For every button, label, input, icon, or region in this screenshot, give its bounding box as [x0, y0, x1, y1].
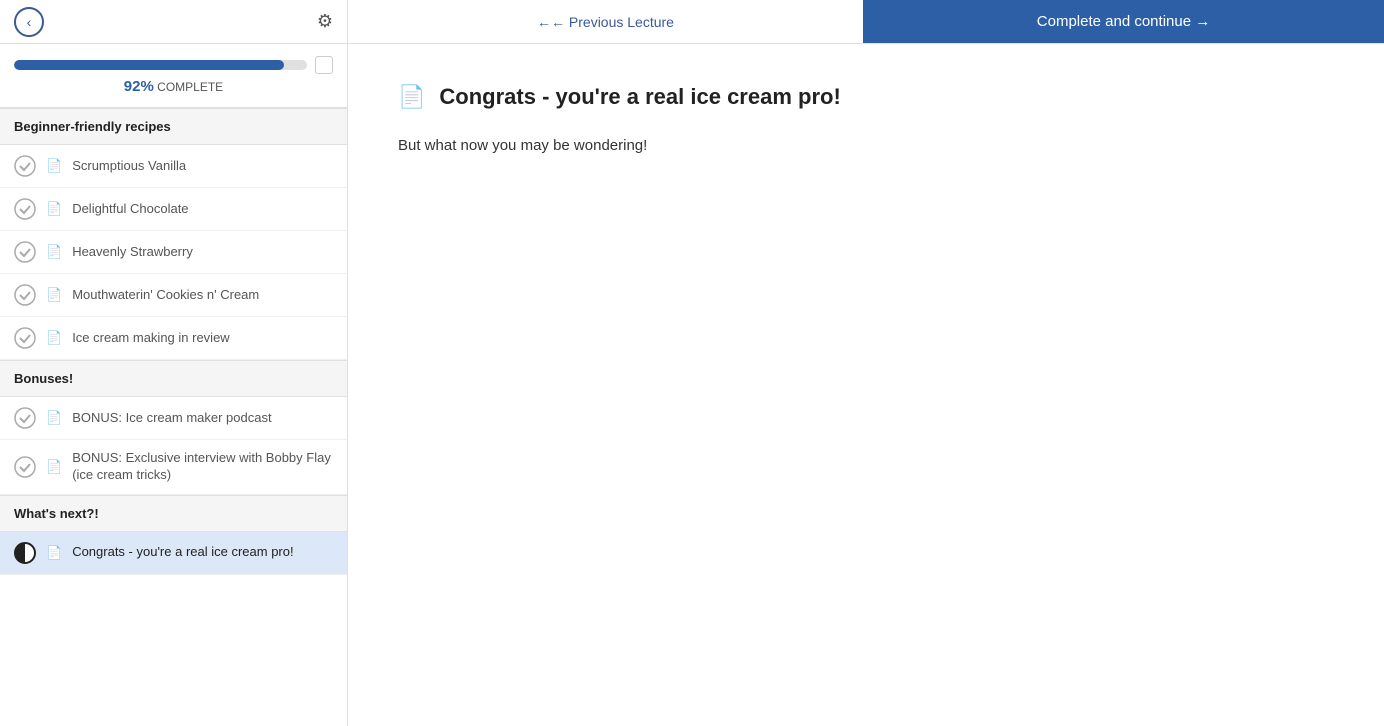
- lesson-item-interview[interactable]: 📄 BONUS: Exclusive interview with Bobby …: [0, 440, 347, 495]
- back-arrow-icon: ‹: [27, 14, 32, 30]
- progress-bar-background: [14, 60, 307, 70]
- settings-button[interactable]: ⚙: [317, 11, 333, 32]
- progress-label: 92% COMPLETE: [14, 78, 333, 95]
- progress-complete-text: COMPLETE: [157, 80, 223, 94]
- lesson-title-review: Ice cream making in review: [72, 330, 230, 347]
- main-area: 92% COMPLETE Beginner-friendly recipes 📄…: [0, 44, 1384, 726]
- back-button[interactable]: ‹: [14, 7, 44, 37]
- content-body: But what now you may be wondering!: [398, 134, 1334, 158]
- section-header-beginner: Beginner-friendly recipes: [0, 108, 347, 145]
- progress-bar-container: [14, 56, 333, 74]
- complete-continue-button[interactable]: Complete and continue →: [863, 0, 1384, 43]
- previous-arrow-icon: ←: [537, 14, 551, 30]
- check-icon-cookies: [14, 284, 36, 306]
- lesson-title-interview: BONUS: Exclusive interview with Bobby Fl…: [72, 450, 333, 484]
- lesson-title-strawberry: Heavenly Strawberry: [72, 244, 193, 261]
- lesson-item-vanilla[interactable]: 📄 Scrumptious Vanilla: [0, 145, 347, 188]
- half-circle-icon: [14, 542, 36, 564]
- previous-lecture-label: ← Previous Lecture: [551, 14, 674, 30]
- doc-icon-cookies: 📄: [46, 287, 62, 303]
- lesson-title-cookies: Mouthwaterin' Cookies n' Cream: [72, 287, 259, 304]
- doc-icon-interview: 📄: [46, 459, 62, 475]
- content-title: Congrats - you're a real ice cream pro!: [439, 84, 840, 110]
- lesson-title-vanilla: Scrumptious Vanilla: [72, 158, 186, 175]
- lesson-item-congrats[interactable]: 📄 Congrats - you're a real ice cream pro…: [0, 532, 347, 575]
- progress-toggle[interactable]: [315, 56, 333, 74]
- progress-section: 92% COMPLETE: [0, 44, 347, 108]
- lesson-title-congrats: Congrats - you're a real ice cream pro!: [72, 544, 293, 561]
- lesson-item-review[interactable]: 📄 Ice cream making in review: [0, 317, 347, 360]
- progress-bar-fill: [14, 60, 284, 70]
- check-icon-podcast: [14, 407, 36, 429]
- gear-icon: ⚙: [317, 11, 333, 31]
- lesson-item-strawberry[interactable]: 📄 Heavenly Strawberry: [0, 231, 347, 274]
- check-icon-review: [14, 327, 36, 349]
- doc-icon-review: 📄: [46, 330, 62, 346]
- check-icon-vanilla: [14, 155, 36, 177]
- content-area: 📄 Congrats - you're a real ice cream pro…: [348, 44, 1384, 726]
- section-header-bonuses: Bonuses!: [0, 360, 347, 397]
- content-doc-icon: 📄: [398, 84, 425, 110]
- doc-icon-congrats: 📄: [46, 545, 62, 561]
- lesson-item-cookies[interactable]: 📄 Mouthwaterin' Cookies n' Cream: [0, 274, 347, 317]
- doc-icon-vanilla: 📄: [46, 158, 62, 174]
- progress-percentage: 92%: [124, 78, 154, 95]
- lesson-item-podcast[interactable]: 📄 BONUS: Ice cream maker podcast: [0, 397, 347, 440]
- nav-left: ‹ ⚙: [0, 0, 348, 43]
- doc-icon-strawberry: 📄: [46, 244, 62, 260]
- check-icon-strawberry: [14, 241, 36, 263]
- lesson-item-chocolate[interactable]: 📄 Delightful Chocolate: [0, 188, 347, 231]
- section-header-whatsnext: What's next?!: [0, 495, 347, 532]
- top-nav: ‹ ⚙ ← ← Previous Lecture Complete and co…: [0, 0, 1384, 44]
- complete-label: Complete and continue →: [1037, 13, 1210, 30]
- lesson-title-podcast: BONUS: Ice cream maker podcast: [72, 410, 271, 427]
- doc-icon-podcast: 📄: [46, 410, 62, 426]
- doc-icon-chocolate: 📄: [46, 201, 62, 217]
- content-header: 📄 Congrats - you're a real ice cream pro…: [398, 84, 1334, 110]
- check-icon-chocolate: [14, 198, 36, 220]
- previous-lecture-button[interactable]: ← ← Previous Lecture: [348, 0, 863, 43]
- lesson-title-chocolate: Delightful Chocolate: [72, 201, 188, 218]
- sidebar: 92% COMPLETE Beginner-friendly recipes 📄…: [0, 44, 348, 726]
- check-icon-interview: [14, 456, 36, 478]
